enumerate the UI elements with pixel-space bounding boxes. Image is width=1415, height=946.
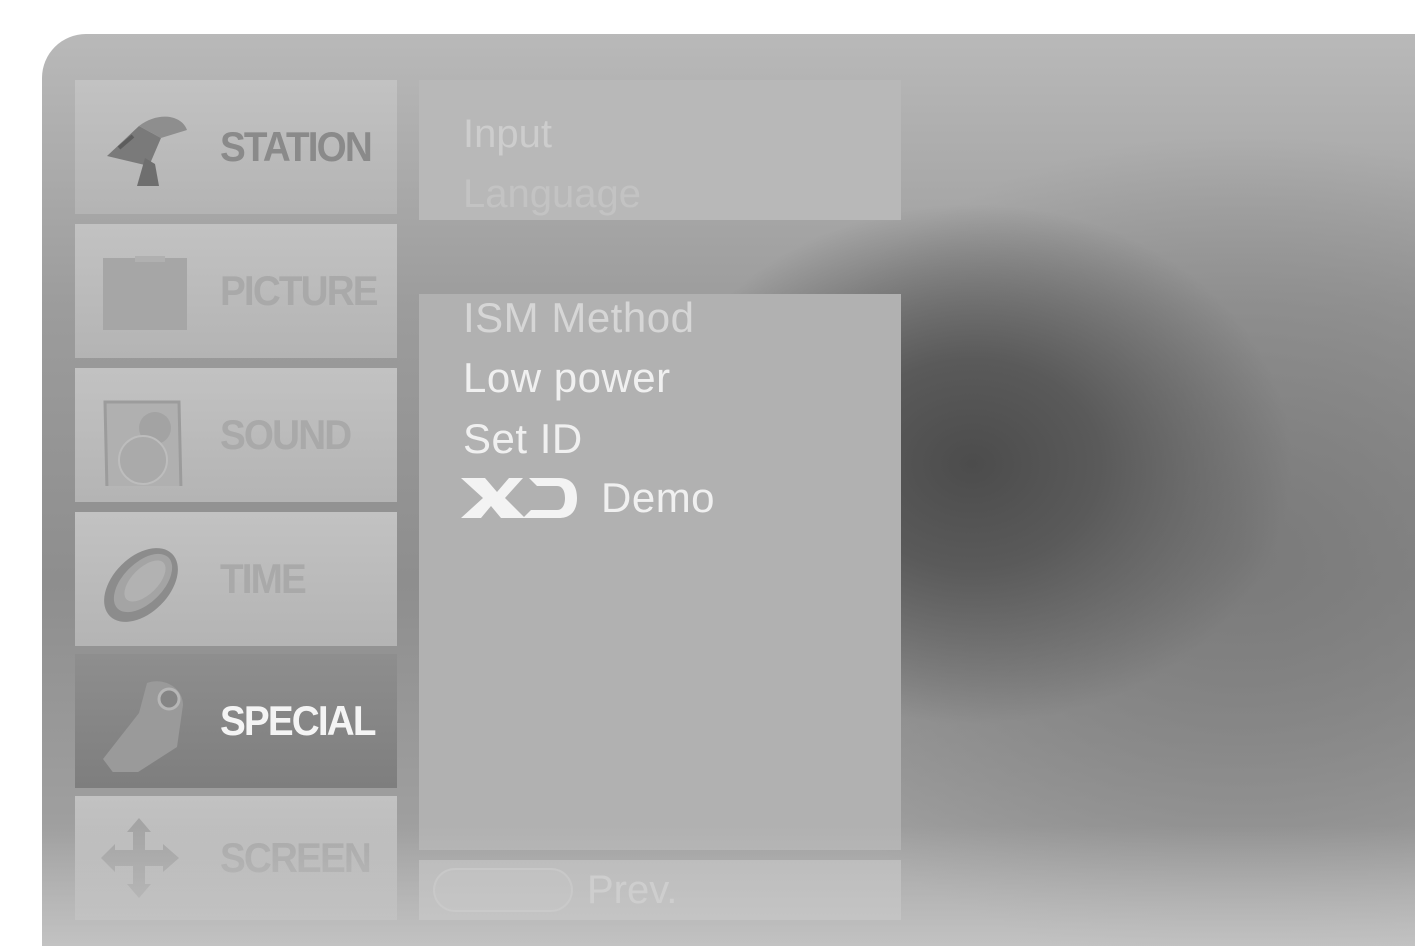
clock-icon bbox=[104, 548, 178, 622]
menu-item-set-id[interactable]: Set ID bbox=[463, 415, 583, 463]
sidebar-item-screen[interactable]: SCREEN bbox=[75, 796, 397, 920]
sidebar-item-time[interactable]: TIME bbox=[75, 512, 397, 646]
sidebar-item-label: TIME bbox=[220, 555, 307, 602]
osd-menu: STATION PICTURE SOUND TIME SPECIAL SCREE… bbox=[42, 34, 1415, 946]
submenu-top-panel: Input Language bbox=[419, 80, 901, 220]
speaker-icon bbox=[103, 400, 183, 486]
sidebar-item-picture[interactable]: PICTURE bbox=[75, 224, 397, 358]
special-submenu-panel: ISM Method Low power Set ID Demo bbox=[419, 294, 901, 850]
prev-label: Prev. bbox=[587, 868, 678, 912]
sidebar-item-sound[interactable]: SOUND bbox=[75, 368, 397, 502]
sidebar-item-label: SPECIAL bbox=[220, 697, 376, 744]
sidebar-item-label: STATION bbox=[220, 123, 373, 170]
sidebar-item-label: SOUND bbox=[220, 411, 352, 458]
menu-item-label: Demo bbox=[601, 474, 716, 521]
picture-frame-icon bbox=[103, 256, 187, 330]
footer-bar: Prev. bbox=[419, 860, 901, 920]
menu-item-language[interactable]: Language bbox=[463, 172, 641, 217]
tag-icon bbox=[103, 681, 183, 772]
xd-logo-icon bbox=[461, 478, 577, 518]
sidebar-item-special[interactable]: SPECIAL bbox=[75, 654, 397, 788]
prev-button[interactable] bbox=[433, 868, 573, 912]
move-arrows-icon bbox=[101, 818, 179, 898]
menu-item-low-power[interactable]: Low power bbox=[463, 354, 671, 402]
sidebar-item-station[interactable]: STATION bbox=[75, 80, 397, 214]
menu-item-ism-method[interactable]: ISM Method bbox=[463, 294, 694, 342]
satellite-dish-icon bbox=[107, 116, 187, 186]
menu-item-input[interactable]: Input bbox=[463, 112, 552, 157]
sidebar-item-label: PICTURE bbox=[220, 267, 379, 314]
menu-item-xd-demo[interactable]: Demo bbox=[461, 474, 716, 522]
sidebar-item-label: SCREEN bbox=[220, 834, 372, 881]
